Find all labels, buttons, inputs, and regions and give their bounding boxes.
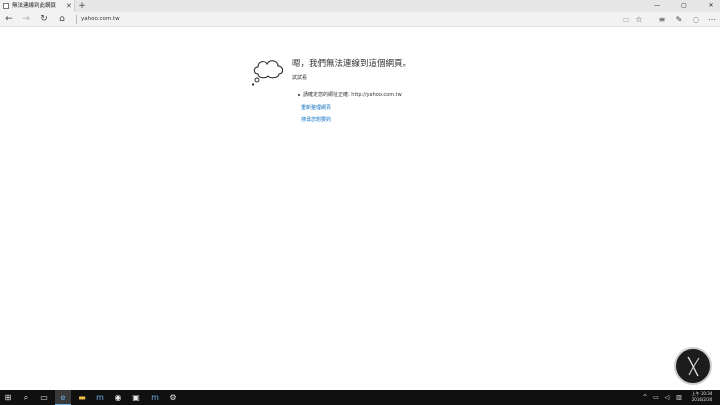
- network-icon[interactable]: ▭: [651, 390, 661, 405]
- edge-browser-icon[interactable]: e: [55, 390, 71, 405]
- suggestion-list: 請確定您的網址正確: http://yahoo.com.tw 重新整理網頁 搜尋…: [298, 89, 402, 127]
- close-window-button[interactable]: ✕: [702, 0, 720, 12]
- back-icon[interactable]: ←: [2, 12, 16, 27]
- maximize-button[interactable]: ▢: [675, 0, 693, 12]
- app-m-icon[interactable]: m: [92, 390, 108, 405]
- app-m2-icon[interactable]: m: [147, 390, 163, 405]
- tab-bar: 無法連線到此網頁 ✕ + — ▢ ✕: [0, 0, 720, 12]
- clock-date: 2016/2/30: [691, 397, 713, 402]
- reading-view-icon[interactable]: ▭: [619, 12, 633, 27]
- taskbar-clock[interactable]: 上午 10:34 2016/2/30: [688, 391, 716, 403]
- error-title: 嗯，我們無法連線到這個網頁。: [292, 59, 412, 69]
- browser-tab[interactable]: 無法連線到此網頁 ✕: [0, 0, 75, 12]
- refresh-page-link[interactable]: 重新整理網頁: [298, 102, 402, 115]
- bullet-icon: [298, 93, 300, 96]
- list-item: 請確定您的網址正確: http://yahoo.com.tw: [298, 89, 402, 102]
- refresh-icon[interactable]: ↻: [37, 12, 51, 27]
- new-tab-button[interactable]: +: [77, 0, 87, 12]
- page-icon: [3, 3, 9, 9]
- home-icon[interactable]: ⌂: [55, 12, 69, 27]
- forward-icon[interactable]: →: [19, 12, 33, 27]
- settings-gear-icon[interactable]: ⚙: [165, 390, 181, 405]
- tab-title: 無法連線到此網頁: [12, 3, 57, 9]
- minimize-button[interactable]: —: [648, 0, 666, 12]
- pen-x-icon: [687, 356, 700, 377]
- web-note-icon[interactable]: ✎: [672, 12, 686, 27]
- close-tab-icon[interactable]: ✕: [66, 0, 72, 12]
- search-link[interactable]: 搜尋您想要的: [298, 114, 402, 127]
- windows-start-icon[interactable]: ⊞: [0, 390, 16, 405]
- store-icon[interactable]: ▣: [128, 390, 144, 405]
- app-logo-badge[interactable]: [674, 347, 712, 385]
- search-icon[interactable]: ⌕: [18, 390, 34, 405]
- share-icon[interactable]: ◌: [689, 12, 703, 27]
- address-bar[interactable]: yahoo.com.tw: [81, 12, 120, 27]
- try-label: 試試看: [292, 75, 308, 81]
- more-icon[interactable]: ⋯: [705, 12, 719, 27]
- address-divider: [76, 15, 77, 24]
- hub-icon[interactable]: ≡: [655, 12, 669, 27]
- taskbar: ⊞ ⌕ ▭ e ▬ m ◉ ▣ m ⚙ ^ ▭ ◁ ▥ 上午 10:34 201…: [0, 390, 720, 405]
- favorites-star-icon[interactable]: ☆: [632, 12, 646, 27]
- keyboard-icon[interactable]: ▥: [673, 390, 685, 405]
- volume-icon[interactable]: ◁: [662, 390, 672, 405]
- media-icon[interactable]: ◉: [110, 390, 126, 405]
- page-content: [0, 28, 720, 390]
- task-view-icon[interactable]: ▭: [36, 390, 52, 405]
- nav-bar: ← → ↻ ⌂ yahoo.com.tw ▭ ☆ ≡ ✎ ◌ ⋯: [0, 12, 720, 27]
- file-explorer-icon[interactable]: ▬: [74, 390, 90, 405]
- tray-chevron-icon[interactable]: ^: [640, 390, 650, 405]
- thought-cloud-icon: [251, 60, 284, 86]
